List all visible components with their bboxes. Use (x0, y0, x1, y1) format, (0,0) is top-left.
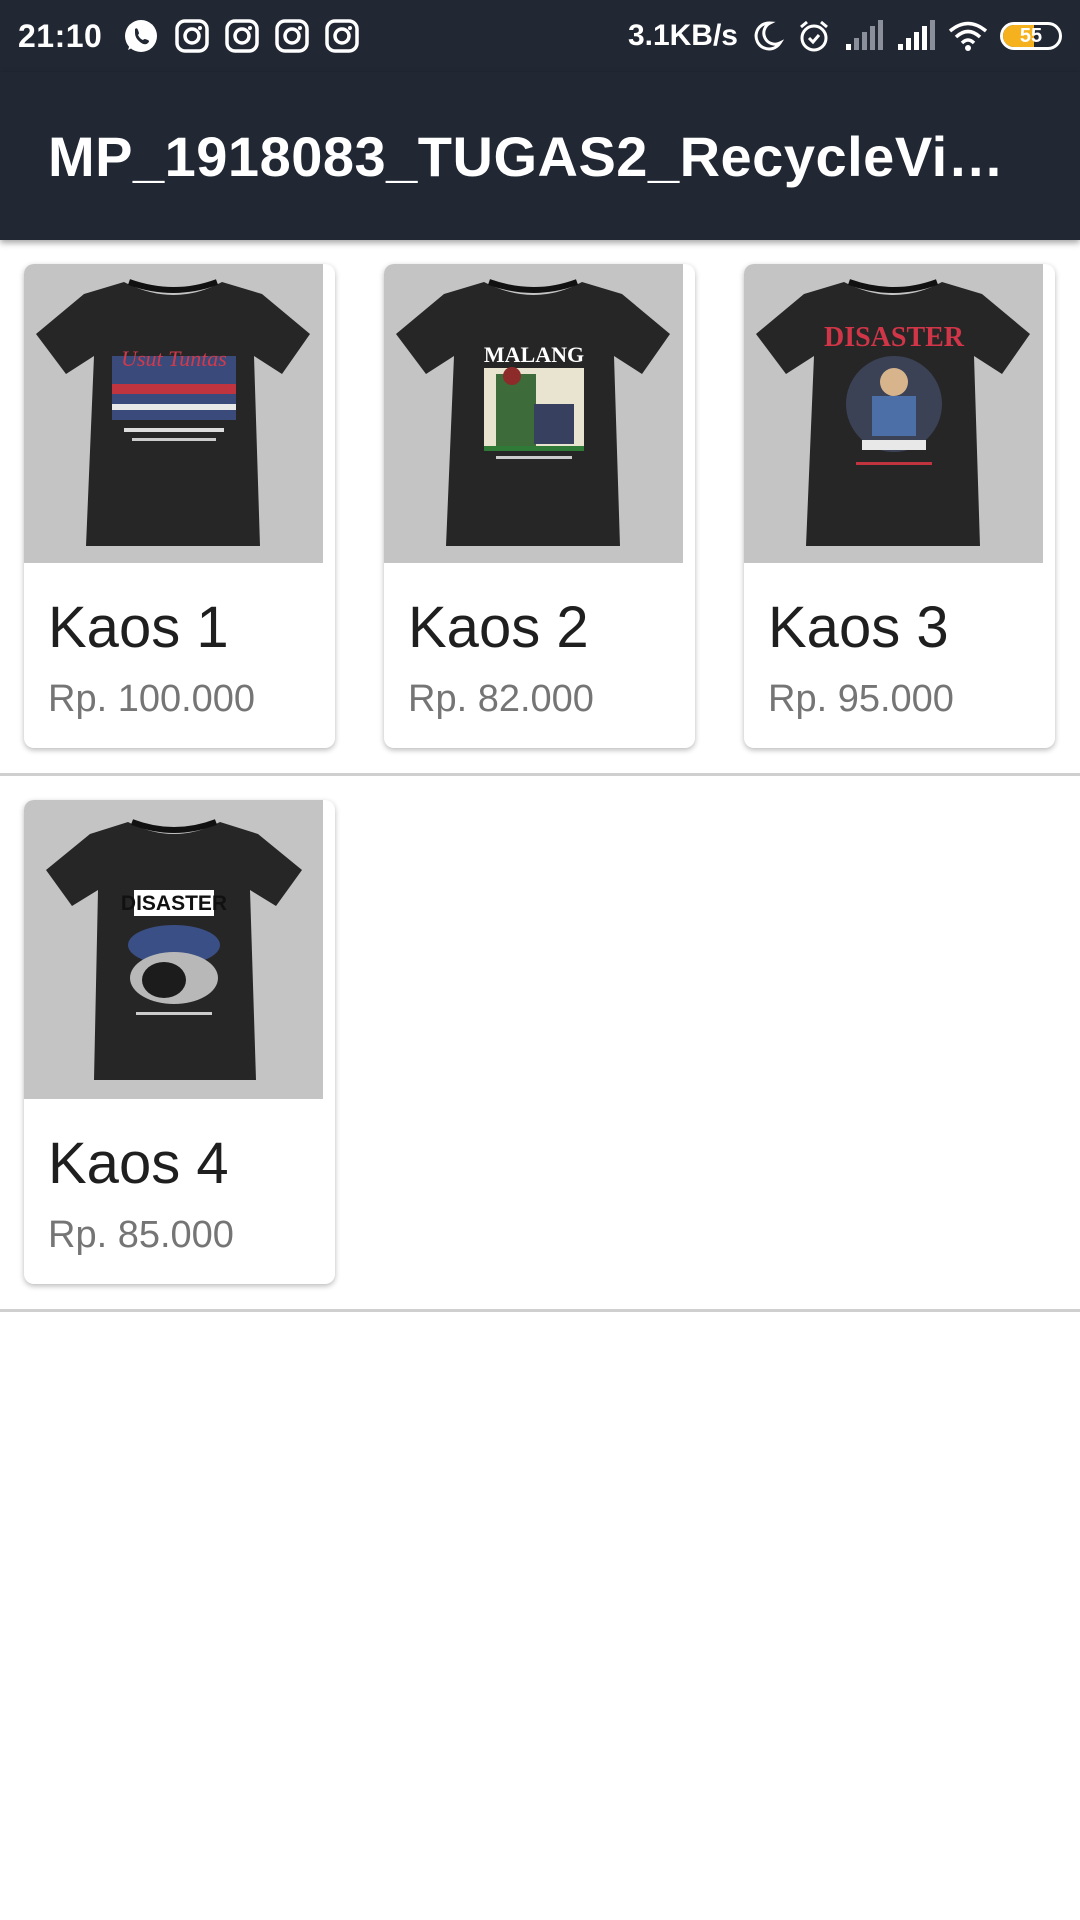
product-list[interactable]: Usut Tuntas Kaos 1 Rp. 100.000 MALANG Ka… (0, 240, 1080, 1312)
battery-level: 55 (1019, 24, 1043, 47)
product-price: Rp. 100.000 (48, 678, 256, 720)
product-name: Kaos 3 (768, 595, 949, 660)
instagram-icon (274, 18, 310, 54)
product-name: Kaos 2 (408, 595, 589, 660)
product-image: DISASTER (24, 800, 323, 1099)
product-price: Rp. 85.000 (48, 1214, 234, 1256)
product-name: Kaos 4 (48, 1131, 229, 1196)
product-row: Usut Tuntas Kaos 1 Rp. 100.000 MALANG Ka… (0, 240, 1080, 776)
product-image: MALANG (384, 264, 683, 563)
alarm-icon (796, 18, 832, 54)
battery-icon: 55 (1000, 22, 1062, 50)
instagram-icon (174, 18, 210, 54)
wifi-icon (948, 20, 988, 52)
product-image: DISASTER (744, 264, 1043, 563)
design-text: DISASTER (824, 322, 965, 353)
product-image: Usut Tuntas (24, 264, 323, 563)
product-row: DISASTER Kaos 4 Rp. 85.000 (0, 776, 1080, 1312)
product-price: Rp. 95.000 (768, 678, 954, 720)
design-text: DISASTER (121, 892, 227, 915)
design-text: MALANG (484, 342, 584, 367)
whatsapp-icon (122, 17, 160, 55)
product-name: Kaos 1 (48, 595, 229, 660)
product-card[interactable]: DISASTER Kaos 3 Rp. 95.000 (744, 264, 1055, 748)
product-card[interactable]: DISASTER Kaos 4 Rp. 85.000 (24, 800, 335, 1284)
network-speed: 3.1KB/s (627, 19, 738, 52)
product-card[interactable]: Usut Tuntas Kaos 1 Rp. 100.000 (24, 264, 335, 748)
design-text: Usut Tuntas (121, 346, 227, 371)
product-price: Rp. 82.000 (408, 678, 594, 720)
status-time: 21:10 (18, 17, 103, 54)
signal-icon (896, 20, 936, 52)
app-title: MP_1918083_TUGAS2_RecycleView (48, 124, 1008, 188)
instagram-icon (324, 18, 360, 54)
status-bar: 21:10 3.1KB/s 55 (0, 0, 1080, 72)
app-bar: MP_1918083_TUGAS2_RecycleView (0, 72, 1080, 240)
product-card[interactable]: MALANG Kaos 2 Rp. 82.000 (384, 264, 695, 748)
moon-icon (750, 19, 784, 53)
instagram-icon (224, 18, 260, 54)
signal-icon (844, 20, 884, 52)
